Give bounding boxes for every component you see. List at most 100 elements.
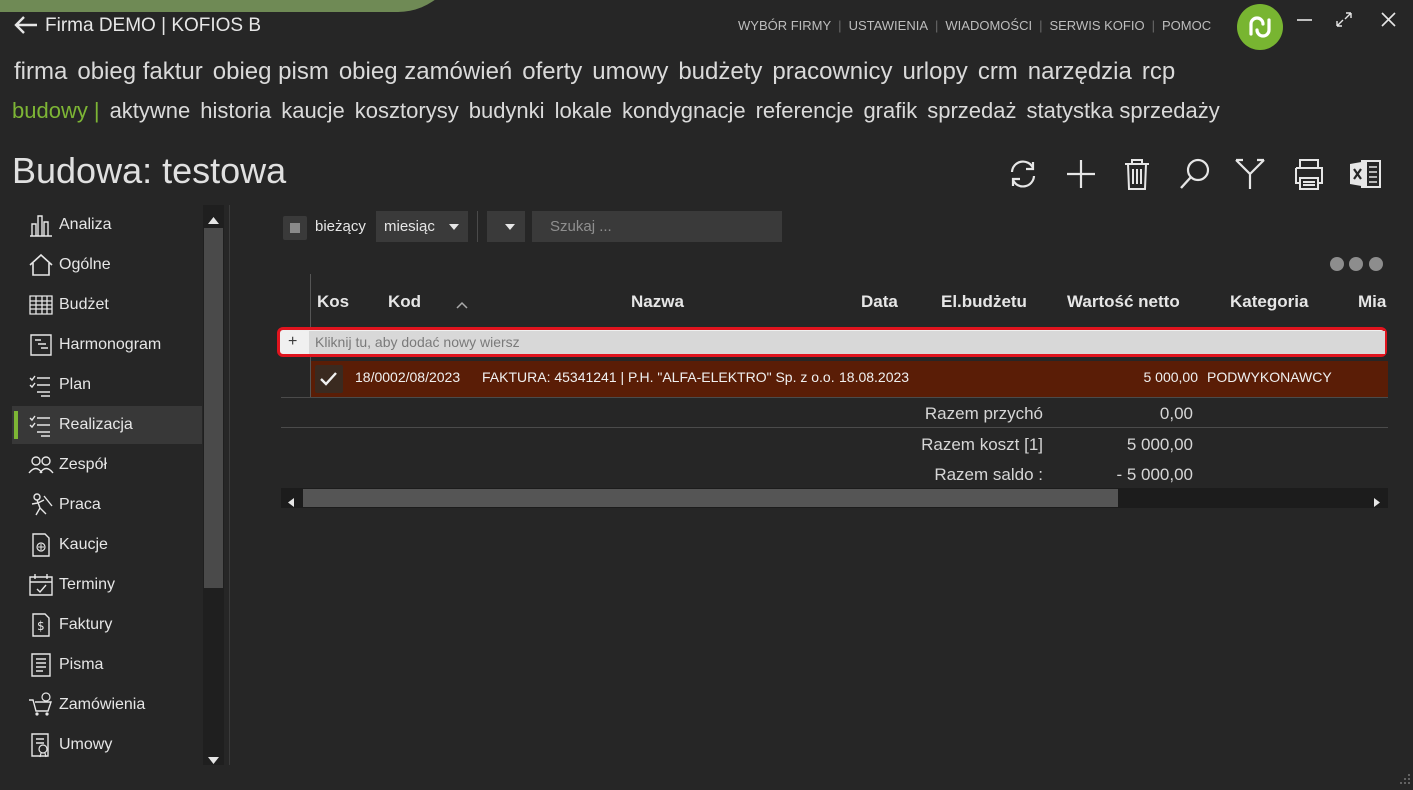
submenu-kaucje[interactable]: kaucje: [281, 98, 345, 124]
sidebar-item-zamowienia[interactable]: Zamówienia: [12, 686, 202, 724]
submenu-sprzedaz[interactable]: sprzedaż: [927, 98, 1016, 124]
menu-pracownicy[interactable]: pracownicy: [772, 58, 892, 86]
resize-grip-icon[interactable]: [1399, 772, 1411, 784]
period-select[interactable]: miesiąc: [376, 211, 468, 242]
column-header-el-budzetu[interactable]: El.budżetu: [941, 292, 1027, 312]
submenu-budowy[interactable]: budowy: [12, 98, 88, 124]
list-check-icon: [28, 372, 54, 398]
summary-label: Razem przychó: [924, 404, 1043, 423]
sidebar-item-ogolne[interactable]: Ogólne: [12, 246, 202, 284]
current-label: bieżący: [315, 218, 366, 235]
menu-umowy[interactable]: umowy: [592, 58, 668, 86]
nav-wybor-firmy[interactable]: WYBÓR FIRMY: [738, 18, 831, 33]
row-checkbox[interactable]: [315, 365, 343, 393]
add-icon[interactable]: [1063, 156, 1099, 192]
menu-urlopy[interactable]: urlopy: [902, 58, 967, 86]
sidebar-item-pisma[interactable]: Pisma: [12, 646, 202, 684]
scroll-left-icon[interactable]: [288, 494, 294, 512]
sidebar-item-kaucje[interactable]: Kaucje: [12, 526, 202, 564]
menu-rcp[interactable]: rcp: [1142, 58, 1175, 86]
back-arrow-icon[interactable]: [12, 12, 40, 38]
filter-dropdown[interactable]: [487, 211, 525, 242]
column-header-kos[interactable]: Kos: [317, 292, 349, 312]
cell-nazwa: FAKTURA: 45341241 | P.H. "ALFA-ELEKTRO" …: [482, 369, 835, 385]
submenu-grafik[interactable]: grafik: [863, 98, 917, 124]
scroll-right-icon[interactable]: [1374, 494, 1380, 512]
sidebar-item-zespol[interactable]: Zespół: [12, 446, 202, 484]
sidebar-item-terminy[interactable]: Terminy: [12, 566, 202, 604]
top-nav: WYBÓR FIRMY | USTAWIENIA | WIADOMOŚCI | SER…: [738, 18, 1212, 33]
column-header-kod[interactable]: Kod: [388, 292, 421, 312]
new-row-prompt[interactable]: Kliknij tu, aby dodać nowy wiersz: [315, 334, 520, 350]
home-icon: [28, 252, 54, 278]
add-row-icon[interactable]: +: [288, 333, 297, 351]
nav-serwis-kofio[interactable]: SERWIS KOFIO: [1049, 18, 1144, 33]
summary-label: Razem saldo :: [934, 465, 1043, 484]
sort-ascending-icon: [456, 296, 468, 314]
sidebar-item-label: Budżet: [59, 296, 109, 313]
summary-value: - 5 000,00: [1116, 465, 1193, 484]
column-header-data[interactable]: Data: [861, 292, 898, 312]
document-icon: [28, 652, 54, 678]
sidebar-item-label: Zespół: [59, 456, 108, 473]
submenu-historia[interactable]: historia: [200, 98, 271, 124]
scroll-up-icon[interactable]: [208, 211, 219, 229]
refresh-icon[interactable]: [1005, 156, 1041, 192]
search-input[interactable]: [532, 211, 782, 242]
column-header-nazwa[interactable]: Nazwa: [631, 292, 684, 312]
scroll-down-icon[interactable]: [208, 751, 219, 769]
sidebar-item-label: Ogólne: [59, 256, 111, 273]
sidebar-item-budzet[interactable]: Budżet: [12, 286, 202, 324]
kofio-logo-icon[interactable]: [1237, 4, 1283, 50]
more-options-icon[interactable]: [1369, 257, 1383, 271]
summary-label: Razem koszt [1]: [921, 435, 1043, 454]
nav-pomoc[interactable]: POMOC: [1162, 18, 1211, 33]
menu-crm[interactable]: crm: [978, 58, 1018, 86]
sidebar-item-label: Faktury: [59, 616, 113, 633]
sub-menu: budowy | aktywne historia kaucje kosztor…: [12, 98, 1220, 124]
sidebar-item-faktury[interactable]: $ Faktury: [12, 606, 202, 644]
menu-narzedzia[interactable]: narzędzia: [1028, 58, 1132, 86]
submenu-aktywne[interactable]: aktywne: [110, 98, 191, 124]
menu-firma[interactable]: firma: [14, 58, 67, 86]
filter-icon[interactable]: [1233, 156, 1269, 192]
menu-oferty[interactable]: oferty: [522, 58, 582, 86]
panel-divider: [229, 205, 230, 765]
delete-icon[interactable]: [1119, 156, 1155, 192]
grid-scroll-thumb[interactable]: [303, 489, 1118, 507]
column-header-wartosc-netto[interactable]: Wartość netto: [1067, 292, 1180, 312]
submenu-budynki[interactable]: budynki: [469, 98, 545, 124]
more-options-icon[interactable]: [1349, 257, 1363, 271]
sidebar-item-plan[interactable]: Plan: [12, 366, 202, 404]
close-icon[interactable]: [1376, 8, 1402, 32]
submenu-kondygnacje[interactable]: kondygnacje: [622, 98, 746, 124]
column-header-kategoria[interactable]: Kategoria: [1230, 292, 1308, 312]
submenu-kosztorysy[interactable]: kosztorysy: [355, 98, 459, 124]
menu-obieg-zamowien[interactable]: obieg zamówień: [339, 58, 512, 86]
submenu-statystka-sprzedazy[interactable]: statystka sprzedaży: [1027, 98, 1220, 124]
menu-budzety[interactable]: budżety: [678, 58, 762, 86]
current-checkbox[interactable]: [283, 216, 307, 240]
sidebar-item-label: Terminy: [59, 576, 116, 593]
submenu-lokale[interactable]: lokale: [555, 98, 612, 124]
sidebar-item-label: Realizacja: [59, 416, 133, 433]
sidebar-scroll-thumb[interactable]: [204, 228, 223, 588]
column-header-mia[interactable]: Mia: [1358, 292, 1388, 312]
more-options-icon[interactable]: [1330, 257, 1344, 271]
submenu-referencje[interactable]: referencje: [756, 98, 854, 124]
nav-wiadomosci[interactable]: WIADOMOŚCI: [945, 18, 1032, 33]
search-icon[interactable]: [1177, 156, 1213, 192]
sidebar-item-harmonogram[interactable]: Harmonogram: [12, 326, 202, 364]
menu-obieg-faktur[interactable]: obieg faktur: [77, 58, 202, 86]
maximize-icon[interactable]: [1331, 8, 1357, 32]
print-icon[interactable]: [1291, 156, 1327, 192]
sidebar-item-umowy[interactable]: Umowy: [12, 726, 202, 764]
sidebar-item-analiza[interactable]: Analiza: [12, 206, 202, 244]
menu-obieg-pism[interactable]: obieg pism: [213, 58, 329, 86]
nav-ustawienia[interactable]: USTAWIENIA: [849, 18, 928, 33]
summary-value: 0,00: [1159, 404, 1193, 423]
excel-icon[interactable]: [1347, 156, 1383, 192]
sidebar-item-realizacja[interactable]: Realizacja: [12, 406, 202, 444]
minimize-icon[interactable]: [1292, 8, 1318, 32]
sidebar-item-praca[interactable]: Praca: [12, 486, 202, 524]
